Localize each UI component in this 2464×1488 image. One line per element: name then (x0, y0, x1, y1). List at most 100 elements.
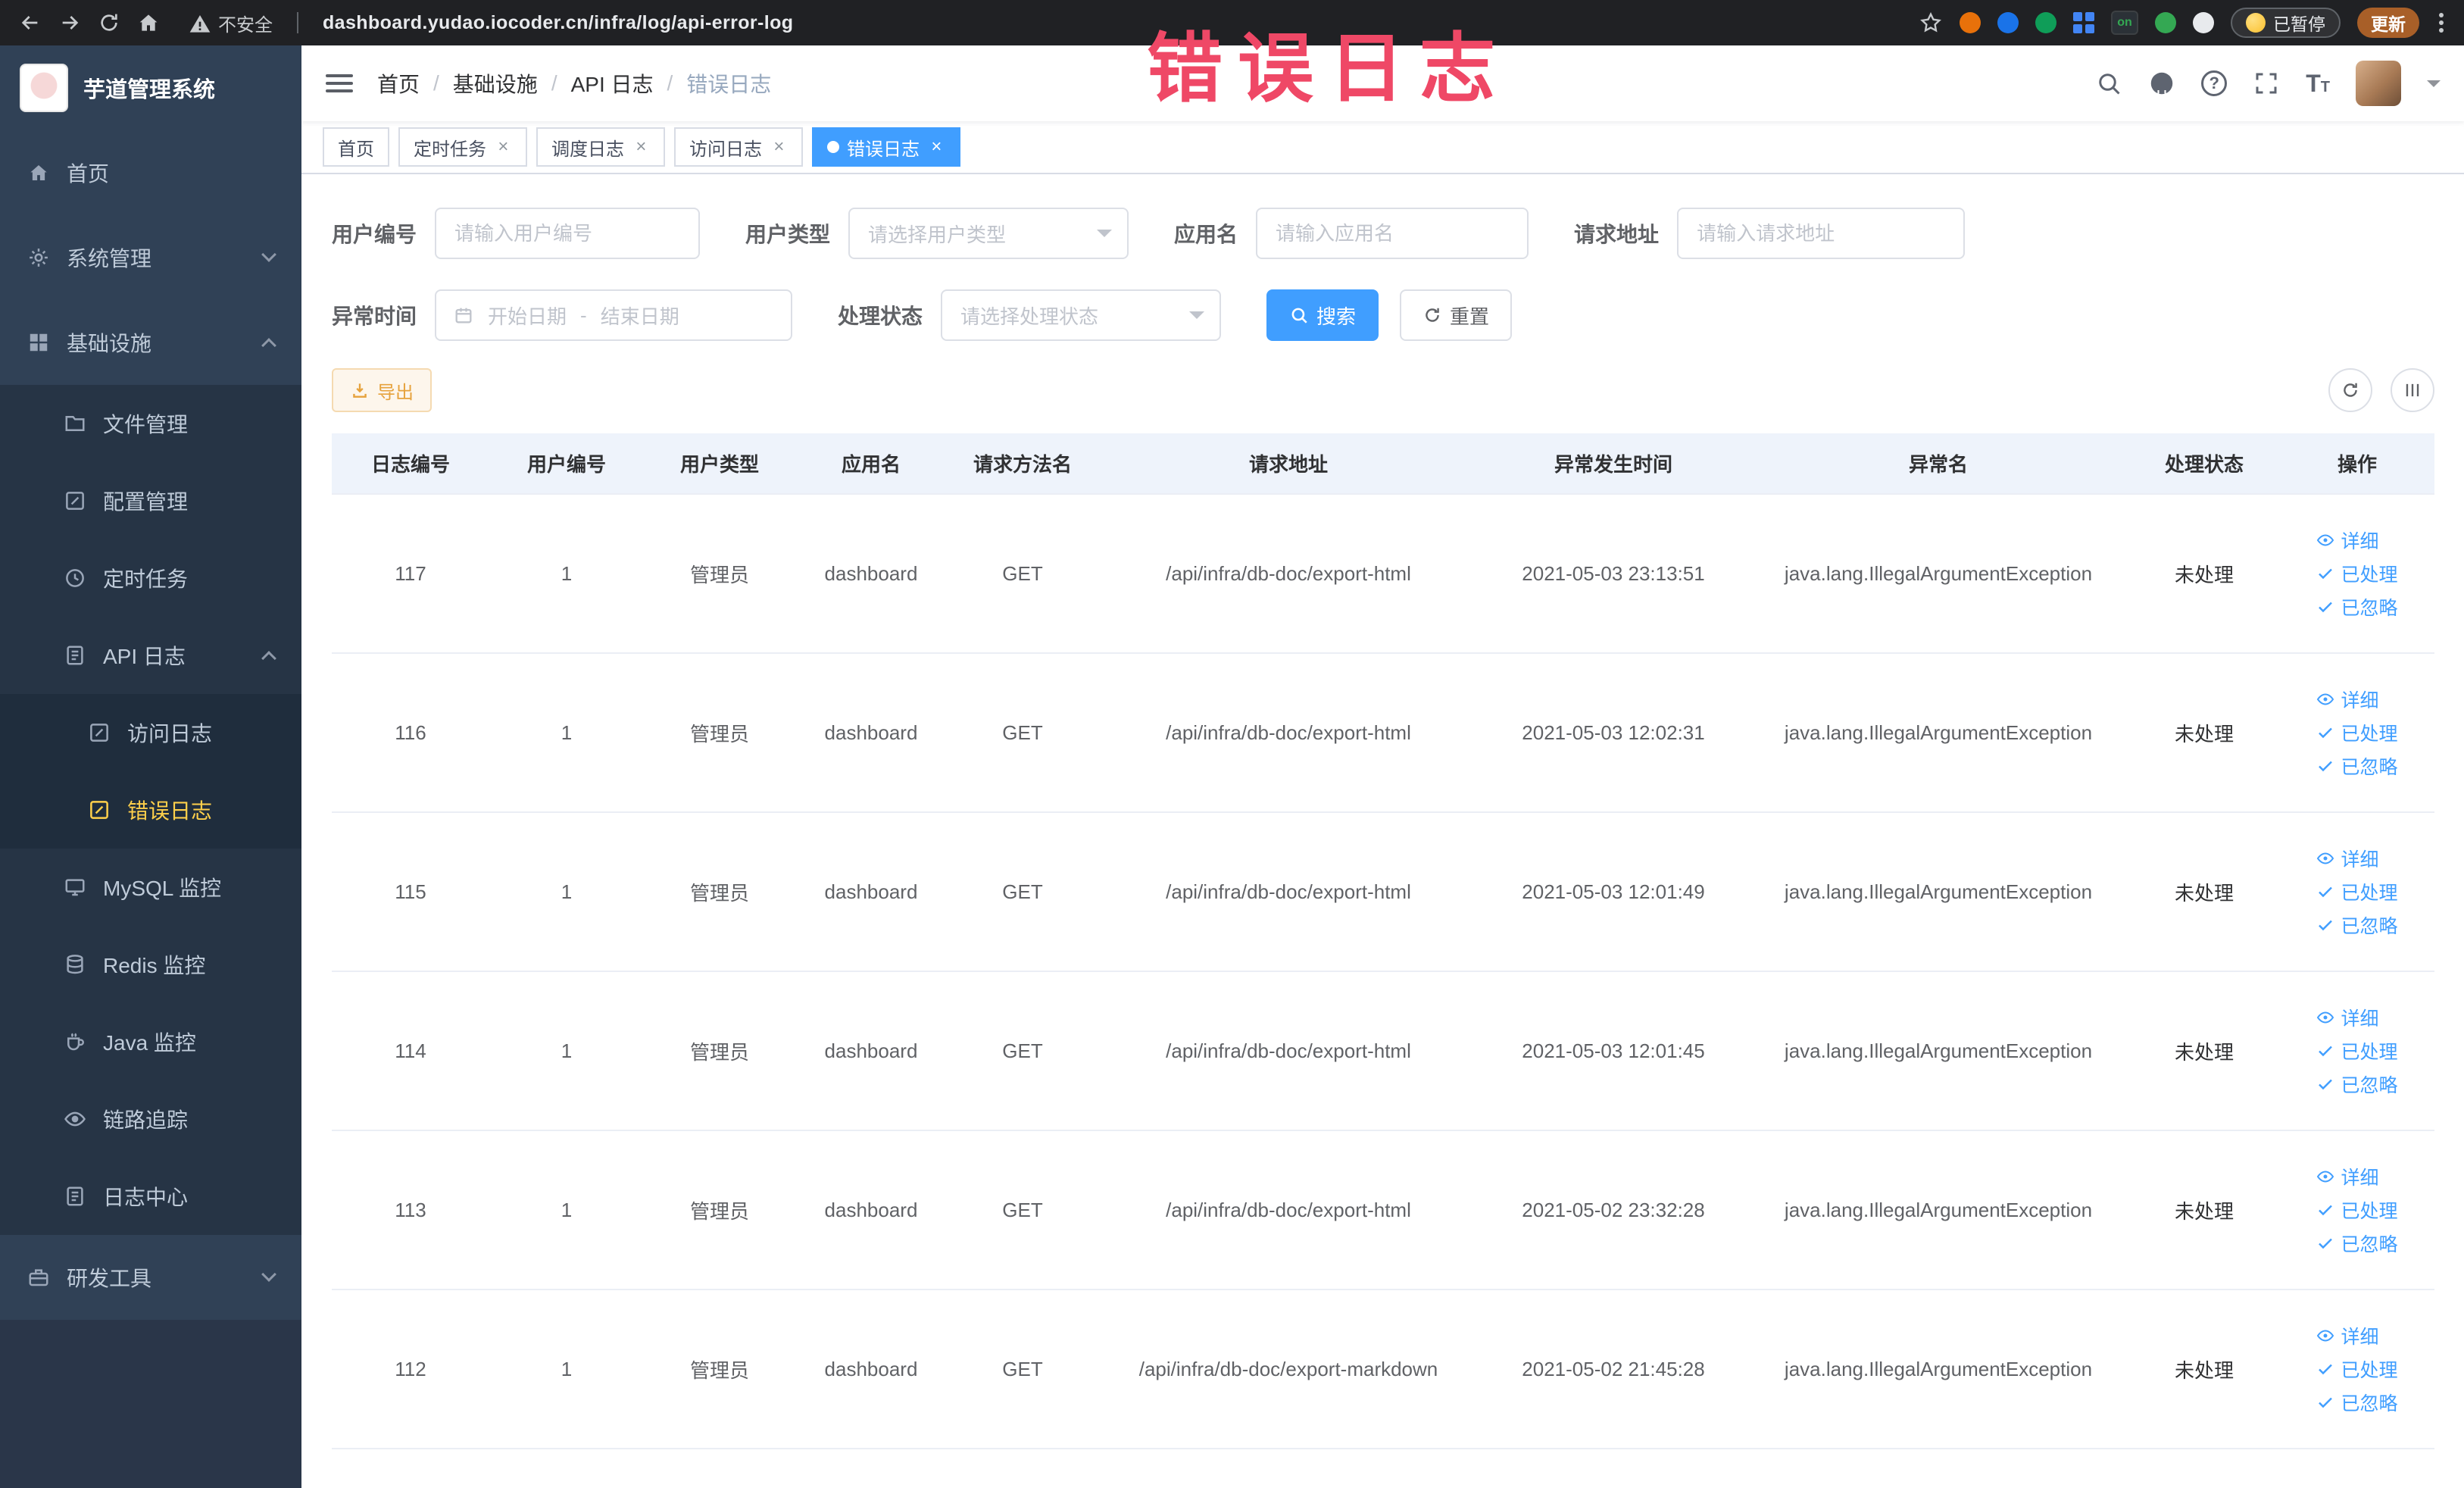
processed-link[interactable]: 已处理 (2316, 1037, 2398, 1064)
processed-link[interactable]: 已处理 (2316, 878, 2398, 905)
sidebar-item-link-tracing[interactable]: 链路追踪 (0, 1080, 301, 1158)
table-row: 116 1 管理员 dashboard GET /api/infra/db-do… (332, 653, 2434, 813)
check-icon (2319, 886, 2333, 898)
reload-icon[interactable] (97, 11, 121, 35)
back-icon[interactable] (18, 11, 42, 35)
app-name-input[interactable] (1256, 208, 1529, 259)
refresh-button[interactable] (2328, 368, 2372, 412)
sidebar-item-label: API 日志 (103, 645, 186, 668)
fullscreen-icon[interactable] (2253, 70, 2280, 97)
sidebar-item-log-center[interactable]: 日志中心 (0, 1158, 301, 1235)
column-settings-button[interactable] (2391, 368, 2434, 412)
reset-button[interactable]: 重置 (1400, 289, 1513, 341)
bookmark-star-icon[interactable] (1919, 11, 1943, 35)
detail-link[interactable]: 详细 (2316, 686, 2379, 713)
detail-link[interactable]: 详细 (2316, 1004, 2379, 1031)
extension-icon[interactable] (2155, 12, 2176, 33)
extension-icon[interactable] (2035, 12, 2056, 33)
export-button[interactable]: 导出 (332, 368, 432, 412)
breadcrumb-item[interactable]: 首页 (377, 68, 420, 98)
hamburger-icon[interactable] (326, 74, 353, 92)
cell-user-type: 管理员 (644, 1130, 795, 1290)
sidebar-item-mysql-monitor[interactable]: MySQL 监控 (0, 849, 301, 926)
extension-icon[interactable] (1960, 12, 1981, 33)
eye-icon (2317, 852, 2334, 864)
processed-link[interactable]: 已处理 (2316, 719, 2398, 746)
tab-home[interactable]: 首页 (323, 127, 389, 167)
update-button[interactable]: 更新 (2357, 8, 2419, 38)
tab-access-log[interactable]: 访问日志 (674, 127, 803, 167)
breadcrumb-separator: / (551, 71, 557, 95)
extension-icon[interactable] (2073, 12, 2094, 33)
check-icon (2319, 602, 2333, 613)
cell-status: 未处理 (2128, 1130, 2280, 1290)
paused-label: 已暂停 (2273, 14, 2325, 34)
ignored-link[interactable]: 已忽略 (2316, 752, 2398, 780)
ignored-link[interactable]: 已忽略 (2316, 1389, 2398, 1416)
sidebar-item-label: 日志中心 (103, 1186, 189, 1209)
site-security[interactable]: 不安全 (188, 10, 273, 36)
search-button[interactable]: 搜索 (1266, 289, 1379, 341)
sidebar-item-config-management[interactable]: 配置管理 (0, 462, 301, 539)
header-actions (2095, 61, 2441, 106)
close-icon[interactable] (927, 138, 945, 156)
sidebar-item-api-log[interactable]: API 日志 (0, 617, 301, 694)
breadcrumb-item[interactable]: 基础设施 (453, 68, 538, 98)
close-icon[interactable] (770, 138, 788, 156)
sidebar-item-home[interactable]: 首页 (0, 130, 301, 215)
processed-link[interactable]: 已处理 (2316, 560, 2398, 587)
extension-on-badge[interactable]: on (2111, 11, 2138, 35)
tab-scheduled-jobs[interactable]: 定时任务 (398, 127, 527, 167)
paused-badge[interactable]: 已暂停 (2231, 8, 2341, 38)
font-size-icon[interactable] (2306, 71, 2330, 95)
ignored-link[interactable]: 已忽略 (2316, 1230, 2398, 1257)
avatar[interactable] (2356, 61, 2401, 106)
detail-link[interactable]: 详细 (2316, 527, 2379, 554)
process-status-select[interactable]: 请选择处理状态 (941, 289, 1222, 341)
extension-icon[interactable] (1997, 12, 2019, 33)
sidebar-item-scheduled-jobs[interactable]: 定时任务 (0, 539, 301, 617)
github-icon[interactable] (2148, 70, 2175, 97)
tab-error-log[interactable]: 错误日志 (812, 127, 960, 167)
detail-link[interactable]: 详细 (2316, 1163, 2379, 1190)
browser-menu-icon[interactable] (2436, 10, 2447, 36)
forward-icon[interactable] (58, 11, 82, 35)
close-icon[interactable] (494, 138, 512, 156)
filter-request-url: 请求地址 (1574, 208, 1966, 259)
sidebar-item-java-monitor[interactable]: Java 监控 (0, 1003, 301, 1080)
chevron-down-icon[interactable] (2427, 80, 2441, 94)
home-icon[interactable] (136, 11, 161, 35)
exception-time-range-picker[interactable]: 开始日期 - 结束日期 (435, 289, 793, 341)
sidebar-item-system[interactable]: 系统管理 (0, 215, 301, 300)
detail-link-label: 详细 (2341, 1168, 2379, 1189)
sidebar-item-error-log[interactable]: 错误日志 (0, 771, 301, 849)
help-icon[interactable] (2201, 70, 2228, 96)
search-icon[interactable] (2095, 70, 2122, 97)
breadcrumb-item[interactable]: API 日志 (571, 68, 654, 98)
processed-link[interactable]: 已处理 (2316, 1196, 2398, 1224)
address-url[interactable]: dashboard.yudao.iocoder.cn/infra/log/api… (323, 12, 793, 34)
monitor-icon (65, 879, 85, 896)
user-id-input[interactable] (435, 208, 701, 259)
ignored-link[interactable]: 已忽略 (2316, 593, 2398, 621)
detail-link[interactable]: 详细 (2316, 845, 2379, 872)
cell-exception-time: 2021-05-02 23:32:28 (1479, 1130, 1748, 1290)
ignored-link[interactable]: 已忽略 (2316, 1071, 2398, 1098)
sidebar-item-infra[interactable]: 基础设施 (0, 300, 301, 385)
processed-link[interactable]: 已处理 (2316, 1355, 2398, 1383)
column-header-log-id: 日志编号 (332, 433, 489, 495)
detail-link[interactable]: 详细 (2316, 1322, 2379, 1349)
sidebar-item-redis-monitor[interactable]: Redis 监控 (0, 926, 301, 1003)
request-url-input[interactable] (1677, 208, 1966, 259)
range-end-placeholder: 结束日期 (600, 305, 679, 328)
ignored-link-label: 已忽略 (2341, 1075, 2398, 1096)
ignored-link[interactable]: 已忽略 (2316, 911, 2398, 939)
sidebar-item-file-management[interactable]: 文件管理 (0, 385, 301, 462)
tab-dispatch-log[interactable]: 调度日志 (536, 127, 665, 167)
close-icon[interactable] (632, 138, 650, 156)
sidebar-item-dev-tools[interactable]: 研发工具 (0, 1235, 301, 1320)
user-type-select[interactable]: 请选择用户类型 (848, 208, 1129, 259)
logo[interactable]: 芋道管理系统 (0, 45, 301, 130)
extension-icon[interactable] (2193, 12, 2214, 33)
sidebar-item-access-log[interactable]: 访问日志 (0, 694, 301, 771)
